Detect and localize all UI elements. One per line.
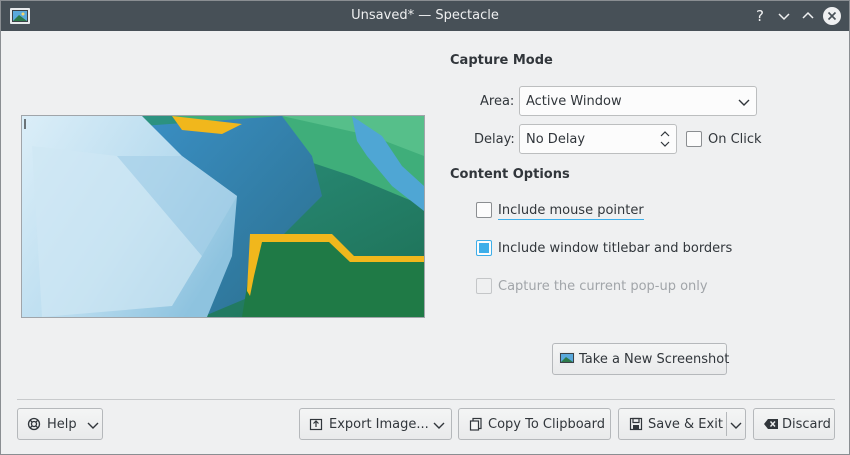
popup-only-checkbox: [476, 278, 492, 294]
close-icon[interactable]: [822, 6, 842, 26]
chevron-down-icon: [738, 99, 750, 106]
delay-spinbox[interactable]: No Delay: [519, 124, 677, 154]
area-label: Area:: [480, 94, 515, 109]
chevron-down-icon: [87, 422, 99, 429]
maximize-icon[interactable]: [798, 6, 818, 26]
popup-only-label: Capture the current pop-up only: [498, 279, 708, 294]
take-new-screenshot-button[interactable]: Take a New Screenshot: [552, 343, 730, 375]
save-and-exit-button[interactable]: Save & Exit: [618, 408, 746, 440]
copy-to-clipboard-label: Copy To Clipboard: [488, 417, 606, 432]
screenshot-preview[interactable]: [21, 115, 425, 318]
discard-icon: [764, 419, 778, 429]
delay-spinbox-value: No Delay: [526, 132, 586, 147]
copy-icon: [469, 417, 482, 431]
chevron-down-icon: [433, 422, 445, 429]
discard-button[interactable]: Discard: [753, 408, 835, 440]
include-mouse-pointer-label[interactable]: Include mouse pointer: [498, 203, 644, 220]
help-label: Help: [47, 417, 77, 432]
footer-separator: [17, 399, 835, 400]
include-titlebar-label[interactable]: Include window titlebar and borders: [498, 241, 732, 256]
on-click-label[interactable]: On Click: [708, 132, 762, 147]
include-mouse-pointer-checkbox[interactable]: [476, 202, 492, 218]
area-combobox[interactable]: Active Window: [519, 86, 757, 116]
help-button[interactable]: Help: [17, 408, 103, 440]
spectacle-icon: [559, 352, 575, 366]
chevron-down-icon[interactable]: [730, 420, 742, 430]
copy-to-clipboard-button[interactable]: Copy To Clipboard: [458, 408, 611, 440]
include-titlebar-checkbox[interactable]: [476, 240, 492, 256]
export-image-label: Export Image...: [329, 417, 429, 432]
title-bar[interactable]: Unsaved* — Spectacle ?: [1, 1, 849, 31]
take-new-screenshot-label: Take a New Screenshot: [579, 352, 730, 367]
delay-label: Delay:: [474, 132, 515, 147]
export-icon: [309, 418, 323, 431]
spectacle-window: Unsaved* — Spectacle ? Capture Mode Area…: [0, 0, 850, 455]
area-combobox-value: Active Window: [526, 94, 622, 109]
on-click-checkbox[interactable]: [686, 131, 702, 147]
svg-text:?: ?: [756, 7, 764, 25]
capture-mode-heading: Capture Mode: [450, 53, 553, 68]
discard-label: Discard: [782, 417, 831, 432]
help-icon[interactable]: ?: [750, 6, 770, 26]
save-and-exit-label: Save & Exit: [648, 417, 723, 432]
save-icon: [629, 417, 643, 431]
window-title: Unsaved* — Spectacle: [351, 8, 499, 23]
content-options-heading: Content Options: [450, 167, 570, 182]
spin-arrows-icon[interactable]: [659, 129, 671, 149]
include-mouse-pointer-text: Include mouse pointer: [498, 203, 644, 220]
export-image-button[interactable]: Export Image...: [299, 408, 452, 440]
lifebuoy-icon: [27, 417, 41, 431]
split-button-divider: [726, 412, 727, 436]
minimize-icon[interactable]: [774, 6, 794, 26]
